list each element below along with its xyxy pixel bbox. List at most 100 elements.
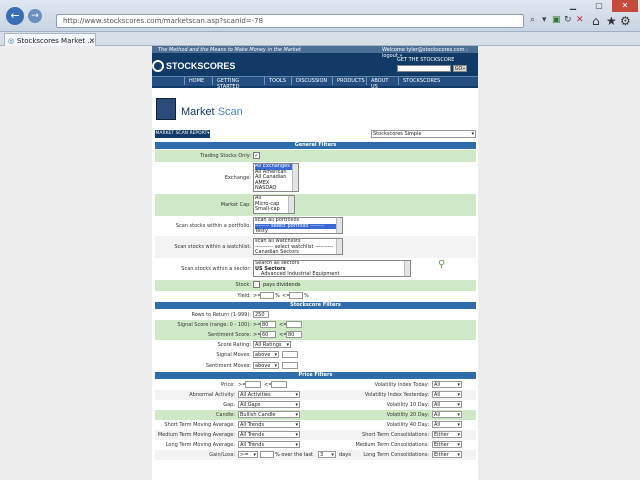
nav-item-about-us[interactable]: ABOUT US bbox=[366, 77, 396, 90]
price-lte-input[interactable] bbox=[271, 381, 287, 388]
price-right-select[interactable]: All bbox=[432, 381, 462, 388]
price-right-select[interactable]: Either bbox=[432, 431, 462, 438]
sentiment-max-input[interactable]: 80 bbox=[286, 331, 302, 338]
compat-icon[interactable]: ▣ bbox=[552, 15, 561, 25]
tab-title: Stockscores Market ... bbox=[17, 37, 95, 45]
browser-tab[interactable]: ◎ Stockscores Market ... ✕ bbox=[4, 33, 96, 46]
nav-item-discussion[interactable]: DISCUSSION bbox=[291, 77, 330, 85]
nav-item-tools[interactable]: TOOLS bbox=[264, 77, 289, 85]
watchlist-list[interactable]: scan all watchlists ---------- select wat… bbox=[253, 238, 343, 255]
favorites-icon[interactable]: ★ bbox=[606, 14, 617, 28]
list-option[interactable]: Testy bbox=[255, 229, 342, 233]
price-left-select[interactable]: >= bbox=[238, 451, 258, 458]
price-left-select[interactable]: All Trends bbox=[238, 431, 300, 438]
price-left-label: Price: bbox=[221, 382, 235, 388]
pays-dividends-checkbox[interactable] bbox=[253, 281, 260, 288]
page-title: Market Scan bbox=[181, 106, 243, 118]
nav-item-stockscores[interactable]: STOCKSCORES bbox=[398, 77, 448, 85]
get-stockscore-label: GET THE STOCKSCORE bbox=[397, 57, 455, 63]
sentiment-label: Sentiment Score: bbox=[207, 332, 251, 338]
price-right-select[interactable]: All bbox=[432, 401, 462, 408]
signal-max-input[interactable] bbox=[286, 321, 302, 328]
price-left-label: Medium Term Moving Average: bbox=[157, 432, 235, 438]
site-favicon-icon: ◎ bbox=[8, 37, 15, 45]
gain-over-text: % over the last bbox=[275, 452, 313, 458]
search-icon[interactable]: ⌕ bbox=[530, 15, 535, 25]
price-left-select[interactable]: All Trends bbox=[238, 441, 300, 448]
portfolio-list[interactable]: scan all portfolios -------- select portf… bbox=[253, 217, 343, 234]
signal-moves-label: Signal Moves: bbox=[216, 352, 251, 358]
nav-item-getting-started[interactable]: GETTING STARTED bbox=[212, 77, 262, 90]
list-option[interactable]: Canadian Sectors bbox=[255, 250, 342, 254]
sector-label: Scan stocks within a sector: bbox=[181, 266, 251, 272]
list-option[interactable]: Advanced Industrial Equipment bbox=[255, 272, 410, 276]
close-window-button[interactable]: ✕ bbox=[612, 0, 638, 12]
price-left-label: Abnormal Activity: bbox=[189, 392, 235, 398]
signal-moves-input[interactable] bbox=[282, 351, 298, 358]
signal-label: Signal Score (range: 0 - 100): bbox=[177, 322, 251, 328]
trading-checkbox[interactable]: ✓ bbox=[253, 152, 260, 159]
price-gte-input[interactable] bbox=[245, 381, 261, 388]
logo-icon bbox=[152, 60, 164, 72]
tab-close-icon[interactable]: ✕ bbox=[89, 37, 95, 45]
price-right-label: Volatility Index Today: bbox=[374, 382, 429, 388]
refresh-icon[interactable]: ↻ bbox=[564, 15, 572, 25]
rating-select[interactable]: All Ratings bbox=[253, 341, 291, 348]
stock-label: Stock: bbox=[235, 282, 251, 288]
general-filters-header: General Filters bbox=[155, 142, 476, 149]
minimize-button[interactable]: ▁ bbox=[560, 0, 586, 12]
tab-bar bbox=[0, 32, 640, 46]
price-left-label: Gap: bbox=[223, 402, 235, 408]
maximize-button[interactable]: ▢ bbox=[586, 0, 612, 12]
yield-max-input[interactable] bbox=[289, 292, 303, 299]
rating-label: Score Rating: bbox=[217, 342, 251, 348]
exchange-list[interactable]: All Exchanges All American All Canadian AME… bbox=[253, 163, 299, 192]
stockscore-input[interactable] bbox=[397, 65, 451, 72]
magnifier-icon[interactable]: ⚲ bbox=[438, 259, 445, 270]
sentiment-min-input[interactable]: 60 bbox=[260, 331, 276, 338]
go-button[interactable]: GO» bbox=[453, 65, 467, 72]
price-left-label: Long Term Moving Average: bbox=[165, 442, 235, 448]
yield-pct1: % bbox=[275, 293, 280, 299]
watchlist-label: Scan stocks within a watchlist: bbox=[174, 244, 251, 250]
sentiment-moves-select[interactable]: above bbox=[253, 362, 279, 369]
price-right-label: Long Term Consolidations: bbox=[363, 452, 429, 458]
settings-icon[interactable]: ⚙ bbox=[620, 14, 631, 28]
home-icon[interactable]: ⌂ bbox=[592, 14, 600, 28]
price-right-select[interactable]: All bbox=[432, 411, 462, 418]
signal-min-input[interactable]: 80 bbox=[260, 321, 276, 328]
price-left-select[interactable]: All Gaps bbox=[238, 401, 300, 408]
stop-icon[interactable]: ✕ bbox=[576, 15, 584, 25]
yield-pct2: % bbox=[304, 293, 309, 299]
yield-min-input[interactable] bbox=[260, 292, 274, 299]
sector-list[interactable]: Search all sectors US Sectors Advanced Ind… bbox=[253, 260, 411, 277]
sentiment-moves-input[interactable] bbox=[282, 362, 298, 369]
price-left-label: Gain/Loss: bbox=[209, 452, 235, 458]
price-right-select[interactable]: All bbox=[432, 421, 462, 428]
view-select[interactable]: Stockscores Simple bbox=[371, 130, 476, 138]
dropdown-icon[interactable]: ▾ bbox=[542, 15, 547, 25]
nav-item-home[interactable]: HOME bbox=[184, 77, 210, 85]
rows-input[interactable]: 250 bbox=[253, 311, 269, 318]
marketcap-list[interactable]: All Micro-cap Small-cap bbox=[253, 195, 295, 214]
price-left-select[interactable]: Bullish Candle bbox=[238, 411, 300, 418]
price-right-select[interactable]: Either bbox=[432, 441, 462, 448]
back-button[interactable]: ← bbox=[6, 7, 24, 25]
price-right-label: Volatility 40 Day: bbox=[386, 422, 429, 428]
price-right-select[interactable]: All bbox=[432, 391, 462, 398]
price-filters-header: Price Filters bbox=[155, 372, 476, 379]
market-scan-report-button[interactable]: MARKET SCAN REPORT▾ bbox=[155, 130, 210, 138]
site-logo[interactable]: STOCKSCORES bbox=[166, 61, 235, 71]
signal-moves-select[interactable]: above bbox=[253, 351, 279, 358]
gain-input[interactable] bbox=[260, 451, 274, 458]
price-right-label: Volatility 20 Day: bbox=[386, 412, 429, 418]
price-left-label: Candle: bbox=[215, 412, 235, 418]
gain-days-select[interactable]: 3 bbox=[318, 451, 336, 458]
forward-button[interactable]: → bbox=[28, 9, 42, 23]
price-right-label: Volatility 10 Day: bbox=[386, 402, 429, 408]
price-left-select[interactable]: All Activities bbox=[238, 391, 300, 398]
address-bar[interactable]: http://www.stockscores.com/marketscan.as… bbox=[56, 14, 524, 28]
nav-item-products[interactable]: PRODUCTS bbox=[332, 77, 365, 85]
price-right-select[interactable]: Either bbox=[432, 451, 462, 458]
price-left-select[interactable]: All Trends bbox=[238, 421, 300, 428]
